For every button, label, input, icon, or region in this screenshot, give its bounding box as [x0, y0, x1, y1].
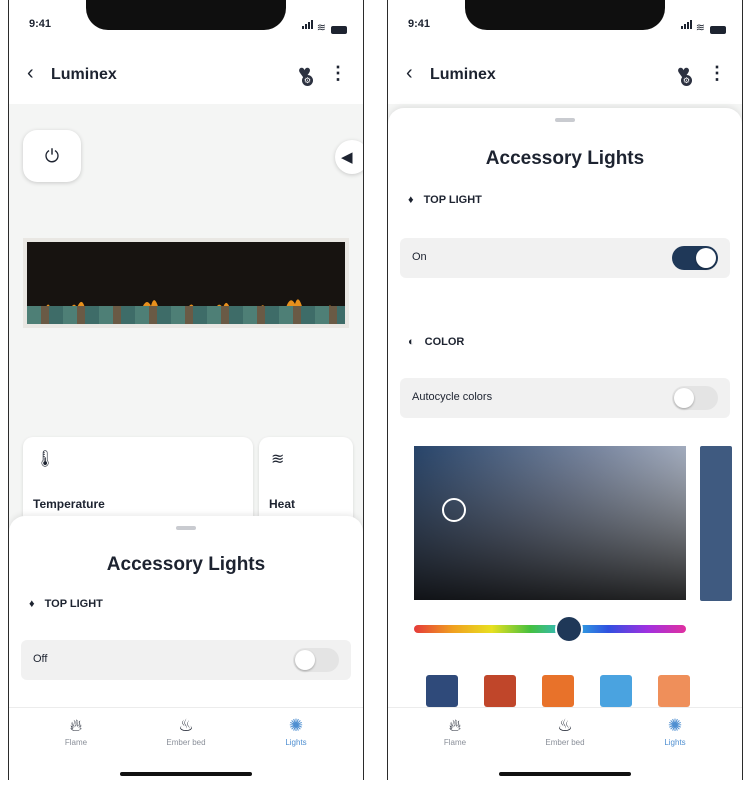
- settings-badge-icon: ⚙: [681, 75, 692, 86]
- app-header: ‹ Luminex ♥ ⚙ ⋮: [9, 55, 363, 95]
- phone-screen-lights: 9:41 ≋ ‹ Luminex ♥ ⚙ ⋮ Accessory Lights …: [387, 0, 743, 780]
- color-contrast-icon: ◐: [408, 336, 415, 348]
- bulb-icon: ♦: [29, 598, 35, 610]
- color-swatches: [426, 675, 690, 707]
- wifi-icon: ≋: [695, 22, 705, 34]
- tab-lights-label: Lights: [285, 738, 307, 747]
- bottom-tab-bar: 🔥︎ Flame ♨ Ember bed ✺ Lights: [9, 707, 363, 780]
- heat-card[interactable]: ≋ Heat: [259, 437, 353, 527]
- top-light-state-label: Off: [33, 653, 48, 665]
- heat-waves-icon: ≋: [271, 451, 285, 468]
- bulb-icon: ♦: [408, 194, 414, 206]
- light-icon: ✺: [288, 716, 304, 735]
- swatch-orange[interactable]: [542, 675, 574, 707]
- top-light-heading: TOP LIGHT: [423, 194, 482, 206]
- sound-button[interactable]: ◀: [335, 140, 363, 174]
- tab-lights-label: Lights: [664, 738, 686, 747]
- flame-icon: 🔥︎: [448, 716, 462, 735]
- more-options-icon[interactable]: ⋮: [708, 63, 726, 84]
- temperature-card[interactable]: 🌡︎ Temperature: [23, 437, 253, 527]
- swatch-peach[interactable]: [658, 675, 690, 707]
- top-light-toggle[interactable]: [672, 246, 718, 270]
- back-chevron-icon[interactable]: ‹: [406, 63, 413, 83]
- app-title: Luminex: [430, 66, 496, 83]
- tab-ember-bed-label: Ember bed: [545, 738, 585, 747]
- sheet-drag-handle[interactable]: [555, 118, 575, 122]
- sheet-drag-handle[interactable]: [176, 526, 196, 530]
- toggle-knob: [295, 650, 315, 670]
- ember-bed-icon: ♨: [178, 716, 194, 735]
- status-time: 9:41: [408, 18, 431, 30]
- notch: [86, 0, 286, 30]
- tab-ember-bed[interactable]: ♨ Ember bed: [520, 716, 610, 747]
- sheet-title: Accessory Lights: [485, 148, 645, 169]
- battery-icon: [331, 26, 347, 34]
- tab-lights[interactable]: ✺ Lights: [251, 716, 341, 747]
- color-section-header: ◐ COLOR: [408, 336, 464, 348]
- swatch-rust[interactable]: [484, 675, 516, 707]
- toggle-knob: [696, 248, 716, 268]
- tab-ember-bed[interactable]: ♨ Ember bed: [141, 716, 231, 747]
- status-icons: ≋: [301, 16, 347, 34]
- tab-lights[interactable]: ✺ Lights: [630, 716, 720, 747]
- battery-icon: [710, 26, 726, 34]
- tab-ember-bed-label: Ember bed: [166, 738, 206, 747]
- status-icons: ≋: [680, 16, 726, 34]
- light-icon: ✺: [667, 716, 683, 735]
- back-chevron-icon[interactable]: ‹: [27, 63, 34, 83]
- top-light-section-header: ♦ TOP LIGHT: [408, 194, 482, 206]
- tab-flame[interactable]: 🔥︎ Flame: [31, 716, 121, 747]
- hue-slider-thumb[interactable]: [555, 615, 584, 643]
- top-light-toggle[interactable]: [293, 648, 339, 672]
- fireplace-preview: [23, 238, 349, 328]
- picker-shade-overlay: [414, 446, 686, 600]
- more-options-icon[interactable]: ⋮: [329, 63, 347, 84]
- flame-icon: 🔥︎: [69, 716, 83, 735]
- speaker-icon: ◀: [341, 149, 353, 166]
- app-header: ‹ Luminex ♥ ⚙ ⋮: [388, 55, 742, 95]
- autocycle-toggle[interactable]: [672, 386, 718, 410]
- top-light-heading: TOP LIGHT: [44, 598, 103, 610]
- top-light-section-header: ♦ TOP LIGHT: [29, 598, 103, 610]
- hue-slider-track[interactable]: [414, 625, 686, 633]
- tab-flame-label: Flame: [64, 738, 88, 747]
- ember-logs-graphic: [27, 306, 345, 324]
- status-time: 9:41: [29, 18, 52, 30]
- home-indicator: [120, 772, 252, 776]
- selected-color-preview: [700, 446, 732, 601]
- color-heading: COLOR: [424, 336, 465, 348]
- tab-flame-label: Flame: [443, 738, 467, 747]
- settings-badge-icon: ⚙: [302, 75, 313, 86]
- wifi-icon: ≋: [316, 22, 326, 34]
- sheet-title: Accessory Lights: [106, 554, 266, 575]
- toggle-knob: [674, 388, 694, 408]
- autocycle-row: Autocycle colors: [400, 378, 730, 418]
- tab-flame[interactable]: 🔥︎ Flame: [410, 716, 500, 747]
- app-title: Luminex: [51, 66, 117, 83]
- power-icon: ⏻: [44, 145, 60, 166]
- color-saturation-picker[interactable]: [414, 446, 686, 600]
- signal-icon: [680, 16, 693, 34]
- signal-icon: [301, 16, 314, 34]
- top-light-row: Off: [21, 640, 351, 680]
- ember-bed-icon: ♨: [557, 716, 573, 735]
- temperature-label: Temperature: [33, 497, 105, 511]
- heat-label: Heat: [269, 497, 296, 511]
- bottom-tab-bar: 🔥︎ Flame ♨ Ember bed ✺ Lights: [388, 707, 742, 780]
- notch: [465, 0, 665, 30]
- top-light-row: On: [400, 238, 730, 278]
- phone-screen-main: 9:41 ≋ ‹ Luminex ♥ ⚙ ⋮ ⏻ ◀ 🌡︎ Temperatur…: [8, 0, 364, 780]
- autocycle-label: Autocycle colors: [412, 391, 493, 403]
- thermometer-icon: 🌡︎: [35, 451, 56, 468]
- swatch-sky-blue[interactable]: [600, 675, 632, 707]
- swatch-navy[interactable]: [426, 675, 458, 707]
- top-light-state-label: On: [412, 251, 427, 263]
- power-button[interactable]: ⏻: [23, 130, 81, 182]
- picker-cursor[interactable]: [442, 498, 466, 522]
- home-indicator: [499, 772, 631, 776]
